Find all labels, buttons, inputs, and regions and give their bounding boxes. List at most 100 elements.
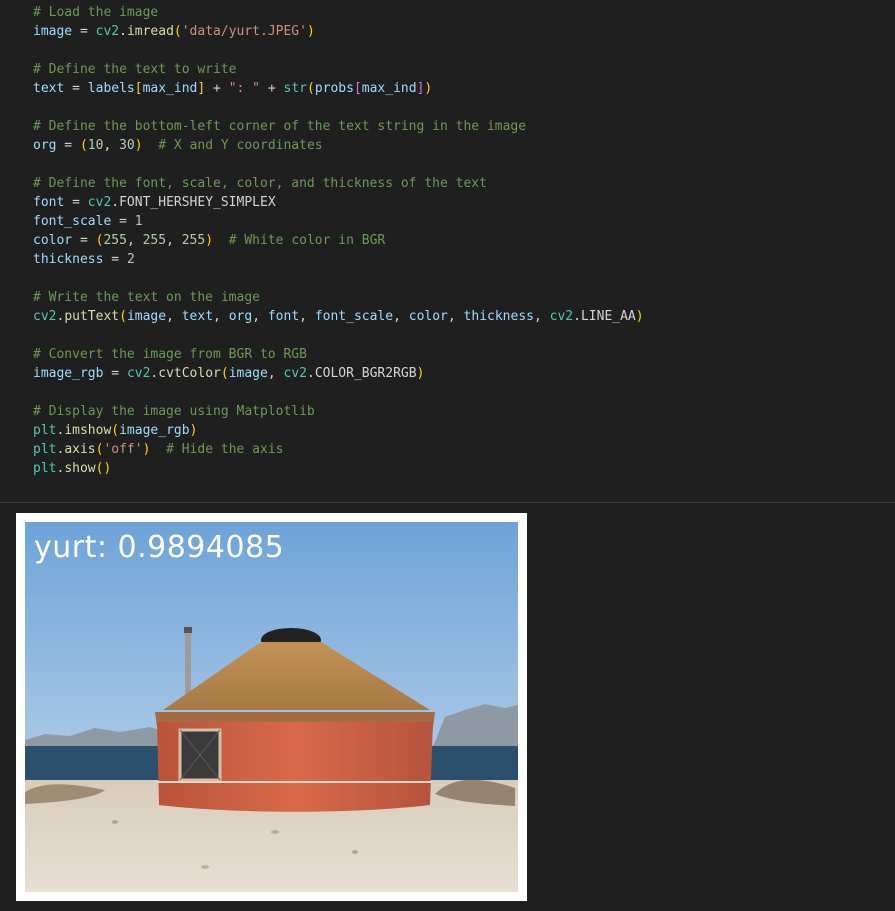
code-token: . — [119, 24, 127, 39]
code-token: 2 — [126, 252, 135, 267]
code-cell[interactable]: # Load the image image = cv2.imread('data… — [0, 0, 895, 502]
code-token: [ — [134, 81, 143, 96]
code-token: = — [72, 24, 96, 39]
code-token: image_rgb — [119, 423, 190, 438]
code-token: . — [306, 366, 315, 381]
code-token: # Write the text on the image — [33, 290, 260, 305]
code-token: ( — [173, 24, 182, 39]
code-token: image — [126, 309, 167, 324]
code-token: ( — [220, 366, 229, 381]
code-token: = — [103, 252, 127, 267]
code-token: cv2 — [33, 309, 57, 324]
code-token: max_ind — [361, 81, 417, 96]
code-token: , — [534, 309, 550, 324]
code-token: , — [103, 138, 120, 153]
code-token: 'off' — [103, 442, 143, 457]
code-line[interactable] — [33, 326, 644, 345]
code-token: 'data/yurt.JPEG' — [181, 24, 307, 39]
code-token: show — [64, 461, 96, 476]
code-editor[interactable]: # Load the image image = cv2.imread('data… — [33, 3, 644, 478]
code-token: labels — [87, 81, 135, 96]
code-token: # Convert the image from BGR to RGB — [33, 347, 307, 362]
code-token: plt — [33, 423, 57, 438]
code-line[interactable]: plt.imshow(image_rgb) — [33, 421, 644, 440]
code-token: cvtColor — [158, 366, 221, 381]
code-token: text — [33, 81, 65, 96]
code-token: font — [33, 195, 65, 210]
code-line[interactable]: plt.axis('off') # Hide the axis — [33, 440, 644, 459]
code-line[interactable]: # Convert the image from BGR to RGB — [33, 345, 644, 364]
code-token: FONT_HERSHEY_SIMPLEX — [119, 195, 276, 210]
code-token: , — [447, 309, 464, 324]
code-token: putText — [64, 309, 120, 324]
code-token: # Display the image using Matplotlib — [33, 404, 315, 419]
code-line[interactable]: # Define the font, scale, color, and thi… — [33, 174, 644, 193]
code-token: imread — [126, 24, 174, 39]
code-line[interactable]: text = labels[max_ind] + ": " + str(prob… — [33, 79, 644, 98]
code-token: # Define the text to write — [33, 62, 237, 77]
code-line[interactable]: # Define the bottom-left corner of the t… — [33, 117, 644, 136]
code-token: = — [64, 81, 88, 96]
code-token: ( — [79, 138, 88, 153]
code-token: ) — [189, 423, 198, 438]
code-token: plt — [33, 442, 57, 457]
code-line[interactable]: plt.show() — [33, 459, 644, 478]
code-token: probs — [314, 81, 354, 96]
code-line[interactable] — [33, 383, 644, 402]
code-line[interactable] — [33, 98, 644, 117]
code-token: ) — [424, 81, 433, 96]
code-token: # White color in BGR — [228, 233, 386, 248]
code-token: , — [393, 309, 409, 324]
code-line[interactable]: cv2. putText(image, text, org, font, font… — [33, 307, 644, 326]
code-line[interactable]: # Display the image using Matplotlib — [33, 402, 644, 421]
code-token: ) — [306, 24, 315, 39]
code-token: font — [267, 309, 300, 324]
code-token: max_ind — [142, 81, 198, 96]
code-token: = — [72, 233, 96, 248]
code-line[interactable]: color = (255, 255, 255) # White color in… — [33, 231, 644, 250]
code-token: ) — [635, 309, 644, 324]
code-token: thickness — [33, 252, 104, 267]
prediction-label: yurt: 0.9894085 — [34, 530, 285, 565]
code-token: + — [205, 81, 229, 96]
code-token: , — [166, 309, 182, 324]
code-token: ( — [306, 81, 315, 96]
code-token: # X and Y coordinates — [158, 138, 323, 153]
code-token: , — [166, 233, 182, 248]
code-token: image_rgb — [33, 366, 104, 381]
code-token: # Hide the axis — [166, 442, 284, 457]
code-line[interactable]: image = cv2.imread('data/yurt.JPEG') — [33, 22, 644, 41]
code-line[interactable]: font_scale = 1 — [33, 212, 644, 231]
code-token: # Load the image — [33, 5, 159, 20]
output-image-frame: yurt: 0.9894085 — [16, 513, 527, 901]
code-token: 255 — [142, 233, 167, 248]
code-line[interactable]: # Load the image — [33, 3, 644, 22]
code-line[interactable] — [33, 269, 644, 288]
yurt-photo-illustration — [25, 522, 518, 892]
cell-divider — [0, 502, 895, 503]
code-token: 30 — [119, 138, 135, 153]
code-line[interactable] — [33, 41, 644, 60]
code-token: 255 — [181, 233, 206, 248]
code-line[interactable] — [33, 155, 644, 174]
code-line[interactable]: font = cv2.FONT_HERSHEY_SIMPLEX — [33, 193, 644, 212]
code-token: thickness — [463, 309, 534, 324]
code-line[interactable]: # Write the text on the image — [33, 288, 644, 307]
code-token: str — [283, 81, 307, 96]
code-line[interactable]: thickness = 2 — [33, 250, 644, 269]
code-token: color — [33, 233, 73, 248]
code-token: ": " — [228, 81, 261, 96]
code-line[interactable]: image_rgb = cv2.cvtColor(image, cv2.COLO… — [33, 364, 644, 383]
code-line[interactable]: # Define the text to write — [33, 60, 644, 79]
code-token: cv2 — [549, 309, 574, 324]
code-token: cv2 — [126, 366, 151, 381]
code-token: # Define the font, scale, color, and thi… — [33, 176, 487, 191]
code-token: 1 — [134, 214, 143, 229]
code-token: ) — [416, 366, 425, 381]
code-line[interactable]: org = (10, 30) # X and Y coordinates — [33, 136, 644, 155]
code-token: ) — [103, 461, 112, 476]
code-token: = — [103, 366, 127, 381]
